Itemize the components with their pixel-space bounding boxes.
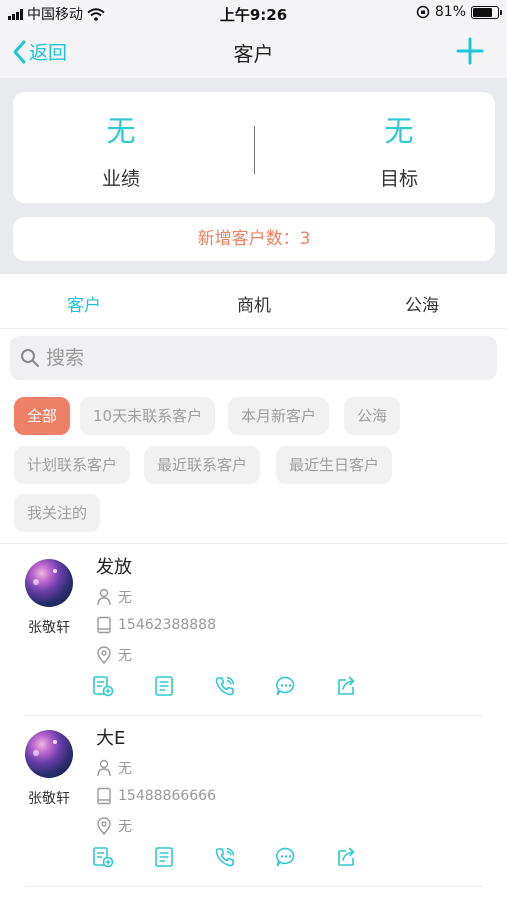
add-customer-button[interactable] bbox=[455, 36, 485, 66]
divider bbox=[254, 126, 255, 174]
metric-performance: 无 业绩 bbox=[46, 108, 196, 191]
address-value: 无 bbox=[118, 819, 132, 835]
back-label: 返回 bbox=[29, 42, 68, 64]
document-icon[interactable] bbox=[153, 675, 175, 697]
new-customers-count[interactable]: 新增客户数：3 bbox=[13, 217, 495, 261]
phone-call-icon[interactable] bbox=[214, 846, 236, 868]
person-icon bbox=[97, 588, 111, 606]
person-icon bbox=[97, 759, 111, 777]
customer-list-item[interactable]: 张敬轩 发放 无 15462388888 无 bbox=[0, 545, 507, 715]
filter-all[interactable]: 全部 bbox=[14, 397, 71, 435]
customer-name: 大E bbox=[96, 728, 126, 749]
customer-name: 发放 bbox=[96, 557, 132, 578]
page-title: 客户 bbox=[233, 42, 274, 66]
avatar bbox=[25, 559, 73, 607]
address-value: 无 bbox=[118, 648, 132, 664]
orientation-lock-icon bbox=[416, 5, 430, 19]
address-row: 无 bbox=[96, 816, 132, 836]
metric-label: 目标 bbox=[379, 168, 418, 190]
search-bar bbox=[10, 336, 497, 380]
document-icon[interactable] bbox=[153, 846, 175, 868]
search-icon bbox=[21, 349, 39, 367]
share-icon[interactable] bbox=[336, 675, 358, 697]
metric-label: 业绩 bbox=[101, 168, 140, 190]
performance-card: 无 业绩 无 目标 bbox=[13, 92, 495, 203]
customer-actions bbox=[92, 675, 358, 697]
filter-new-this-month[interactable]: 本月新客户 bbox=[228, 397, 330, 435]
filter-followed[interactable]: 我关注的 bbox=[14, 494, 101, 532]
tab-customers[interactable]: 客户 bbox=[34, 291, 134, 316]
summary-panel: 无 业绩 无 目标 新增客户数：3 bbox=[0, 78, 507, 274]
owner-name: 张敬轩 bbox=[28, 620, 70, 636]
message-icon[interactable] bbox=[275, 846, 297, 868]
tab-public-pool[interactable]: 公海 bbox=[372, 291, 472, 316]
divider bbox=[0, 543, 507, 544]
message-icon[interactable] bbox=[275, 675, 297, 697]
avatar bbox=[25, 730, 73, 778]
metric-target: 无 目标 bbox=[324, 108, 474, 191]
contact-row: 无 bbox=[96, 758, 132, 778]
share-icon[interactable] bbox=[336, 846, 358, 868]
contact-row: 无 bbox=[96, 587, 132, 607]
search-input[interactable] bbox=[46, 344, 476, 372]
filter-planned-contact[interactable]: 计划联系客户 bbox=[14, 446, 131, 484]
tab-bar: 客户 商机 公海 bbox=[0, 277, 507, 329]
location-pin-icon bbox=[97, 646, 111, 664]
customer-actions bbox=[92, 846, 358, 868]
phone-device-icon bbox=[97, 787, 111, 805]
contact-value: 无 bbox=[118, 761, 132, 777]
phone-device-icon bbox=[97, 616, 111, 634]
chevron-left-icon bbox=[13, 40, 26, 63]
phone-value: 15462388888 bbox=[118, 617, 216, 633]
filter-public-pool[interactable]: 公海 bbox=[344, 397, 401, 435]
add-record-icon[interactable] bbox=[92, 675, 114, 697]
add-record-icon[interactable] bbox=[92, 846, 114, 868]
customer-list-item[interactable]: 张敬轩 大E 无 15488866666 无 bbox=[0, 716, 507, 886]
address-row: 无 bbox=[96, 645, 132, 665]
phone-value: 15488866666 bbox=[118, 788, 216, 804]
phone-row: 15488866666 bbox=[96, 787, 216, 805]
battery-icon bbox=[471, 5, 502, 19]
metric-value: 无 bbox=[106, 114, 136, 148]
battery-percent: 81% bbox=[434, 4, 466, 20]
filter-recent-contact[interactable]: 最近联系客户 bbox=[144, 446, 261, 484]
phone-row: 15462388888 bbox=[96, 616, 216, 634]
nav-bar: 返回 客户 bbox=[0, 26, 507, 78]
metric-value: 无 bbox=[384, 114, 414, 148]
divider bbox=[25, 886, 482, 887]
location-pin-icon bbox=[97, 817, 111, 835]
back-button[interactable]: 返回 bbox=[12, 38, 67, 65]
contact-value: 无 bbox=[118, 590, 132, 606]
phone-call-icon[interactable] bbox=[214, 675, 236, 697]
filter-recent-birthday[interactable]: 最近生日客户 bbox=[276, 446, 393, 484]
owner-name: 张敬轩 bbox=[28, 791, 70, 807]
battery-group: 81% bbox=[416, 4, 502, 20]
tab-opportunities[interactable]: 商机 bbox=[204, 291, 304, 316]
filter-10-days-no-contact[interactable]: 10天未联系客户 bbox=[80, 397, 216, 435]
status-bar: 中国移动 上午9:26 81% bbox=[0, 0, 507, 26]
